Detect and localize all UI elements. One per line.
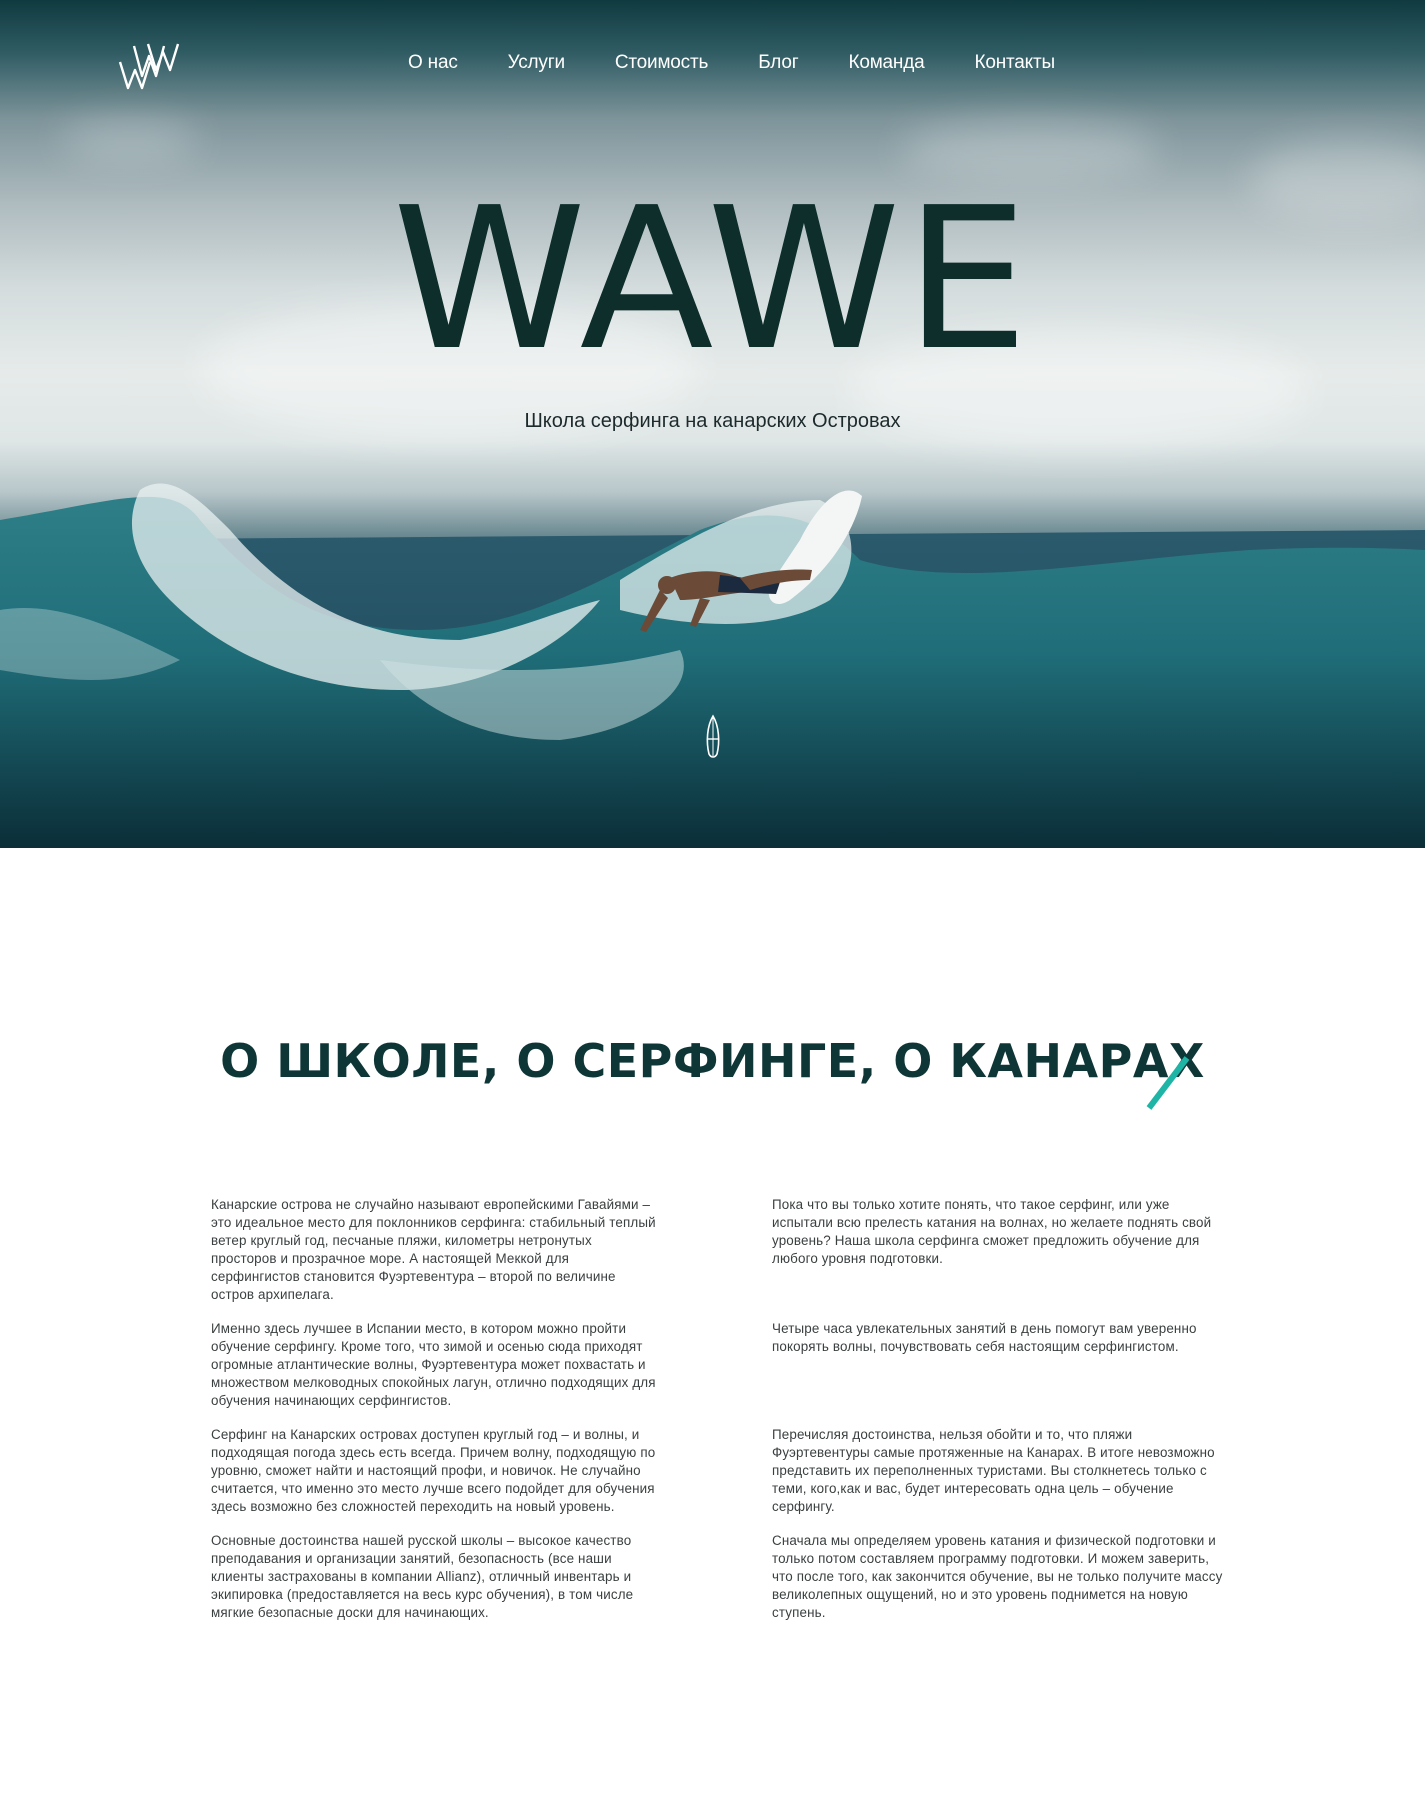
nav-item-pricing[interactable]: Стоимость <box>615 52 709 74</box>
about-paragraph: Четыре часа увлекательных занятий в день… <box>772 1321 1197 1354</box>
about-paragraph: Пока что вы только хотите понять, что та… <box>772 1197 1212 1266</box>
about-paragraph: Сначала мы определяем уровень катания и … <box>772 1533 1223 1620</box>
nav-item-blog[interactable]: Блог <box>758 52 798 74</box>
hero-title: WAWE <box>392 166 1033 394</box>
nav-item-team[interactable]: Команда <box>848 52 924 74</box>
nav-item-services[interactable]: Услуги <box>508 52 565 74</box>
accent-slash-icon <box>1146 1056 1190 1110</box>
hero-subtitle: Школа серфинга на канарских Островах <box>524 410 901 432</box>
surfboard-scroll-icon[interactable] <box>704 714 722 760</box>
nav-item-about[interactable]: О нас <box>408 52 458 74</box>
about-paragraph: Перечисляя достоинства, нельзя обойти и … <box>772 1427 1215 1514</box>
wawe-logo-icon[interactable] <box>118 40 180 92</box>
cloud-decoration <box>60 120 200 160</box>
surf-wave-image <box>0 483 1425 848</box>
hero-section: О нас Услуги Стоимость Блог Команда Конт… <box>0 0 1425 848</box>
about-paragraph: Именно здесь лучшее в Испании место, в к… <box>211 1321 656 1408</box>
about-paragraph: Серфинг на Канарских островах доступен к… <box>211 1427 656 1514</box>
about-title: О ШКОЛЕ, О СЕРФИНГЕ, О КАНАРАХ <box>220 1034 1205 1088</box>
about-paragraph: Канарские острова не случайно называют е… <box>211 1197 656 1302</box>
about-paragraph: Основные достоинства нашей русской школы… <box>211 1533 634 1620</box>
nav-item-contacts[interactable]: Контакты <box>974 52 1055 74</box>
main-nav: О нас Услуги Стоимость Блог Команда Конт… <box>408 52 1055 74</box>
